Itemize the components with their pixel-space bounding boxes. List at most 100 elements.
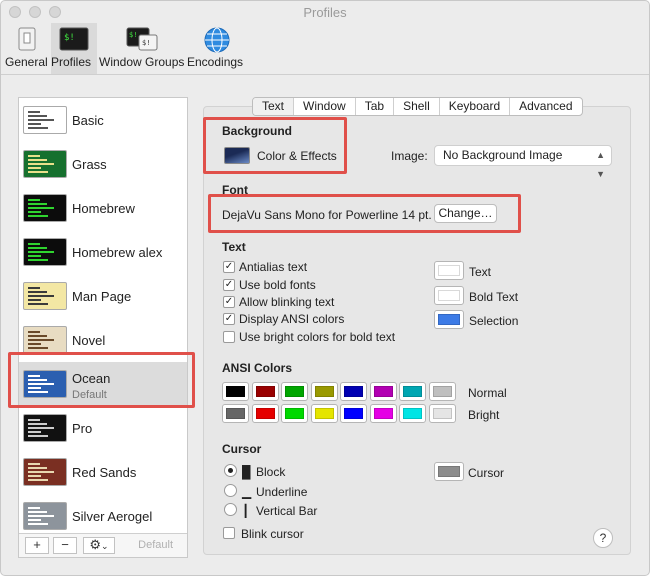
globe-icon bbox=[204, 27, 230, 53]
ansi-normal-swatch[interactable] bbox=[428, 382, 456, 401]
blink-cursor-label[interactable]: Blink cursor bbox=[241, 527, 304, 541]
profile-item[interactable]: Homebrew bbox=[19, 186, 187, 230]
cursor-style-label[interactable]: Vertical Bar bbox=[256, 504, 317, 518]
ansi-bright-swatch-fill bbox=[285, 408, 304, 419]
tab-shell[interactable]: Shell bbox=[393, 98, 439, 115]
profile-name: Silver Aerogel bbox=[72, 509, 153, 524]
cursor-color-fill bbox=[438, 466, 460, 477]
text-option-checkbox[interactable]: ✓ bbox=[223, 313, 235, 325]
profile-thumbnail bbox=[23, 194, 67, 222]
ansi-normal-swatch[interactable] bbox=[399, 382, 426, 401]
svg-text:$!: $! bbox=[129, 31, 137, 39]
profile-thumbnail bbox=[23, 326, 67, 354]
ansi-bright-swatch-fill bbox=[373, 408, 393, 419]
text-color-fill bbox=[438, 265, 460, 276]
toolbar-window-groups[interactable]: $! $! Window Groups bbox=[99, 23, 185, 74]
chevron-down-icon: ⌄ bbox=[101, 541, 109, 551]
ansi-normal-swatch[interactable] bbox=[340, 382, 367, 401]
text-option-checkbox[interactable]: ✓ bbox=[223, 261, 235, 273]
ansi-normal-swatch[interactable] bbox=[222, 382, 249, 401]
select-chevron-icon: ▲ ▼ bbox=[596, 150, 605, 179]
settings-tabs: Text Window Tab Shell Keyboard Advanced bbox=[252, 97, 583, 116]
profile-item[interactable]: Homebrew alex bbox=[19, 230, 187, 274]
ansi-bright-swatch[interactable] bbox=[251, 404, 279, 423]
text-color-label: Selection bbox=[469, 314, 519, 328]
toolbar-encodings-label: Encodings bbox=[187, 55, 244, 69]
profile-name: Homebrew bbox=[72, 201, 135, 216]
cursor-color-well[interactable] bbox=[434, 462, 464, 481]
text-color-well[interactable] bbox=[434, 286, 464, 305]
profile-actions-menu[interactable]: ⚙⌄ bbox=[83, 537, 115, 554]
help-button[interactable]: ? bbox=[593, 528, 613, 548]
profile-item[interactable]: Silver Aerogel bbox=[19, 494, 187, 534]
ansi-bright-swatch[interactable] bbox=[281, 404, 308, 423]
ansi-bright-swatch[interactable] bbox=[222, 404, 249, 423]
profile-item[interactable]: Grass bbox=[19, 142, 187, 186]
ansi-normal-label: Normal bbox=[468, 386, 507, 400]
general-icon bbox=[18, 27, 36, 51]
ansi-colors-heading: ANSI Colors bbox=[222, 361, 293, 375]
text-option-label[interactable]: Antialias text bbox=[239, 260, 307, 274]
profile-item[interactable]: Pro bbox=[19, 406, 187, 450]
text-option-checkbox[interactable] bbox=[223, 331, 235, 343]
text-color-well[interactable] bbox=[434, 261, 464, 280]
profile-name: Novel bbox=[72, 333, 106, 348]
text-option-label[interactable]: Use bright colors for bold text bbox=[239, 330, 395, 344]
ansi-normal-swatch-fill bbox=[432, 386, 452, 397]
ansi-bright-swatch[interactable] bbox=[310, 404, 338, 423]
tab-keyboard[interactable]: Keyboard bbox=[438, 98, 509, 115]
text-option-label[interactable]: Allow blinking text bbox=[239, 295, 334, 309]
text-option-label[interactable]: Display ANSI colors bbox=[239, 312, 344, 326]
profile-item[interactable]: Basic bbox=[19, 98, 187, 142]
text-color-fill bbox=[438, 314, 460, 325]
ansi-bright-swatch[interactable] bbox=[399, 404, 426, 423]
profile-name: Man Page bbox=[72, 289, 132, 304]
ansi-normal-swatch-fill bbox=[226, 386, 245, 397]
profile-thumbnail bbox=[23, 150, 67, 178]
remove-profile-button[interactable]: − bbox=[53, 537, 77, 554]
tab-text[interactable]: Text bbox=[253, 98, 294, 115]
default-button[interactable]: Default bbox=[138, 539, 173, 551]
text-color-label: Text bbox=[469, 265, 492, 279]
toolbar-encodings[interactable]: Encodings bbox=[187, 23, 247, 74]
profile-item[interactable]: Red Sands bbox=[19, 450, 187, 494]
preferences-toolbar: General $! Profiles $! $! Window Groups bbox=[1, 23, 649, 75]
ansi-bright-swatch[interactable] bbox=[428, 404, 456, 423]
blink-cursor-checkbox[interactable] bbox=[223, 527, 235, 539]
ansi-normal-swatch[interactable] bbox=[369, 382, 397, 401]
profile-thumbnail bbox=[23, 238, 67, 266]
profile-thumbnail bbox=[23, 414, 67, 442]
tab-tab[interactable]: Tab bbox=[354, 98, 393, 115]
cursor-style-radio[interactable] bbox=[224, 484, 237, 497]
svg-text:$!: $! bbox=[64, 33, 75, 43]
cursor-style-glyph: ┃ bbox=[242, 504, 250, 518]
toolbar-general[interactable]: General bbox=[5, 23, 49, 74]
tab-window[interactable]: Window bbox=[293, 98, 355, 115]
cursor-style-radio[interactable] bbox=[224, 503, 237, 516]
cursor-style-label[interactable]: Block bbox=[256, 465, 285, 479]
background-image-select[interactable]: No Background Image ▲ ▼ bbox=[434, 145, 612, 179]
ansi-normal-swatch-fill bbox=[285, 386, 304, 397]
ansi-normal-swatch-fill bbox=[403, 386, 422, 397]
ansi-bright-swatch[interactable] bbox=[369, 404, 397, 423]
profile-name: Grass bbox=[72, 157, 107, 172]
profile-name: Basic bbox=[72, 113, 104, 128]
cursor-style-label[interactable]: Underline bbox=[256, 485, 307, 499]
ansi-normal-swatch[interactable] bbox=[281, 382, 308, 401]
ansi-normal-swatch[interactable] bbox=[310, 382, 338, 401]
cursor-style-radio[interactable] bbox=[224, 464, 237, 477]
profile-name: Pro bbox=[72, 421, 93, 436]
profile-name: Red Sands bbox=[72, 465, 137, 480]
toolbar-profiles[interactable]: $! Profiles bbox=[51, 23, 97, 74]
text-color-well[interactable] bbox=[434, 310, 464, 329]
ansi-normal-swatch[interactable] bbox=[251, 382, 279, 401]
profile-item[interactable]: Man Page bbox=[19, 274, 187, 318]
text-option-checkbox[interactable]: ✓ bbox=[223, 279, 235, 291]
text-color-fill bbox=[438, 290, 460, 301]
ansi-bright-swatch[interactable] bbox=[340, 404, 367, 423]
text-option-checkbox[interactable]: ✓ bbox=[223, 296, 235, 308]
text-option-label[interactable]: Use bold fonts bbox=[239, 278, 316, 292]
add-profile-button[interactable]: + bbox=[25, 537, 49, 554]
tab-advanced[interactable]: Advanced bbox=[509, 98, 581, 115]
profile-list[interactable]: Basic Grass Homebrew Homebrew alex Man Page N… bbox=[19, 98, 187, 534]
